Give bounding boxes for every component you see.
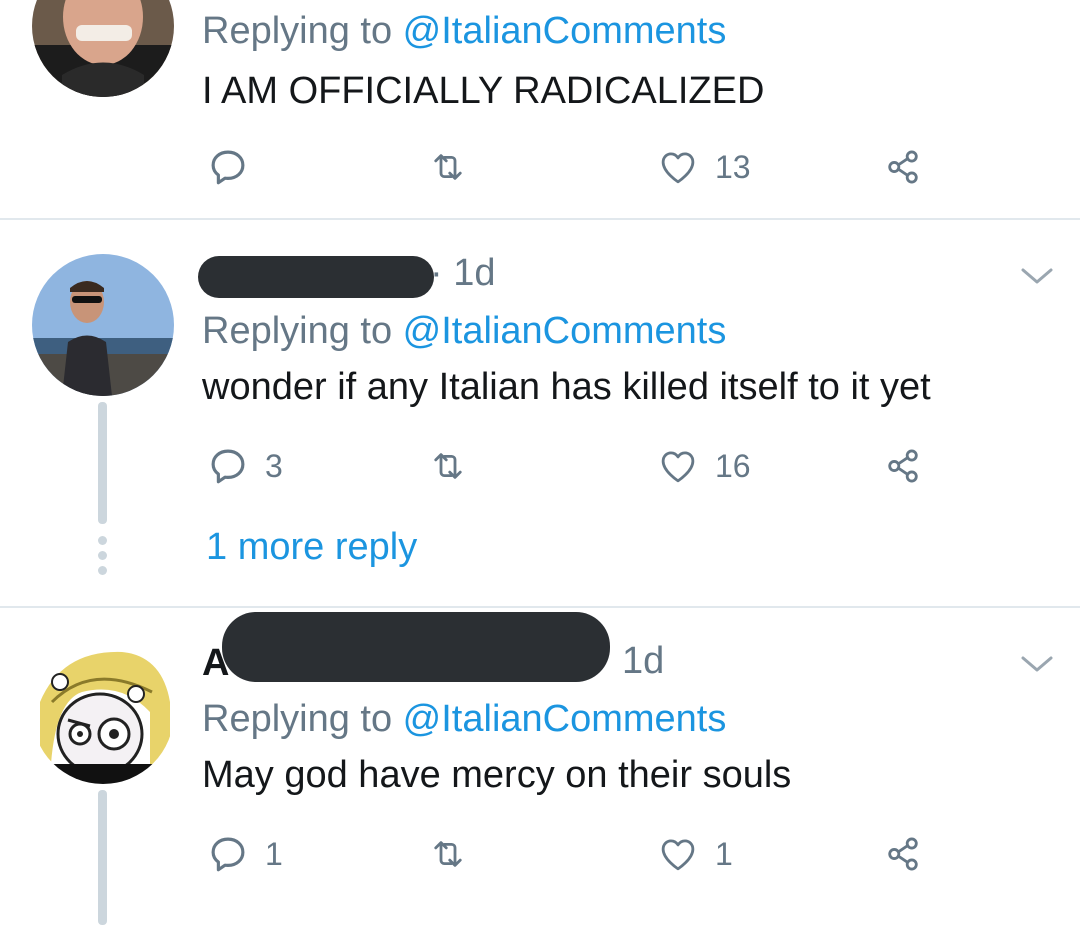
like-button[interactable]: 1 xyxy=(655,832,733,876)
replying-prefix: Replying to xyxy=(202,698,403,740)
mention-link[interactable]: @ItalianComments xyxy=(403,698,727,740)
replying-to: Replying to @ItalianComments xyxy=(202,310,726,353)
avatar[interactable] xyxy=(32,0,174,97)
share-button[interactable] xyxy=(880,832,926,876)
reply-count: 1 xyxy=(265,835,283,872)
share-icon xyxy=(888,837,918,871)
thread-dot xyxy=(98,566,107,575)
like-count: 1 xyxy=(715,835,733,872)
heart-icon xyxy=(661,839,695,871)
share-icon xyxy=(888,449,918,483)
tweet-3[interactable]: A 1d Replying to @ItalianComments May go… xyxy=(0,608,1080,925)
reply-button[interactable]: 1 xyxy=(205,832,283,876)
share-icon xyxy=(888,150,918,184)
like-count: 16 xyxy=(715,447,751,484)
mention-link[interactable]: @ItalianComments xyxy=(403,310,727,352)
chevron-down-icon[interactable] xyxy=(1020,266,1054,286)
replying-to: Replying to @ItalianComments xyxy=(202,698,726,741)
mention-link[interactable]: @ItalianComments xyxy=(403,10,727,52)
chevron-down-icon[interactable] xyxy=(1020,654,1054,674)
avatar-photo xyxy=(32,0,174,97)
retweet-icon xyxy=(434,841,462,867)
like-button[interactable]: 16 xyxy=(655,444,751,488)
like-button[interactable]: 13 xyxy=(655,145,751,189)
reply-button[interactable] xyxy=(205,145,265,189)
avatar-photo xyxy=(32,254,174,396)
avatar[interactable] xyxy=(32,254,174,396)
tweet-time[interactable]: 1d xyxy=(622,640,664,683)
share-button[interactable] xyxy=(880,444,926,488)
thread-dot xyxy=(98,536,107,545)
retweet-icon xyxy=(434,453,462,479)
tweet-text: May god have mercy on their souls xyxy=(202,754,792,796)
retweet-icon xyxy=(434,154,462,180)
reply-button[interactable]: 3 xyxy=(205,444,283,488)
thread-dot xyxy=(98,551,107,560)
retweet-button[interactable] xyxy=(425,832,471,876)
heart-icon xyxy=(661,152,695,184)
tweet-text: wonder if any Italian has killed itself … xyxy=(202,366,931,408)
tweet-time[interactable]: · 1d xyxy=(430,252,495,295)
more-replies-link[interactable]: 1 more reply xyxy=(206,526,417,569)
avatar[interactable] xyxy=(32,642,174,784)
reply-icon xyxy=(211,449,245,484)
share-button[interactable] xyxy=(880,145,926,189)
replying-prefix: Replying to xyxy=(202,310,403,352)
tweet-1[interactable]: Replying to @ItalianComments I AM OFFICI… xyxy=(0,0,1080,218)
retweet-button[interactable] xyxy=(425,145,471,189)
heart-icon xyxy=(661,451,695,483)
replying-prefix: Replying to xyxy=(202,10,403,52)
avatar-photo xyxy=(32,642,174,784)
reply-count: 3 xyxy=(265,447,283,484)
tweet-2[interactable]: · 1d Replying to @ItalianComments wonder… xyxy=(0,220,1080,606)
redacted-username xyxy=(198,256,434,298)
replying-to: Replying to @ItalianComments xyxy=(202,10,726,53)
reply-icon xyxy=(211,837,245,872)
reply-icon xyxy=(211,150,245,185)
retweet-button[interactable] xyxy=(425,444,471,488)
tweet-text: I AM OFFICIALLY RADICALIZED xyxy=(202,70,765,112)
redacted-username xyxy=(222,612,610,682)
like-count: 13 xyxy=(715,148,751,185)
thread-line xyxy=(98,790,107,925)
thread-line xyxy=(98,402,107,524)
